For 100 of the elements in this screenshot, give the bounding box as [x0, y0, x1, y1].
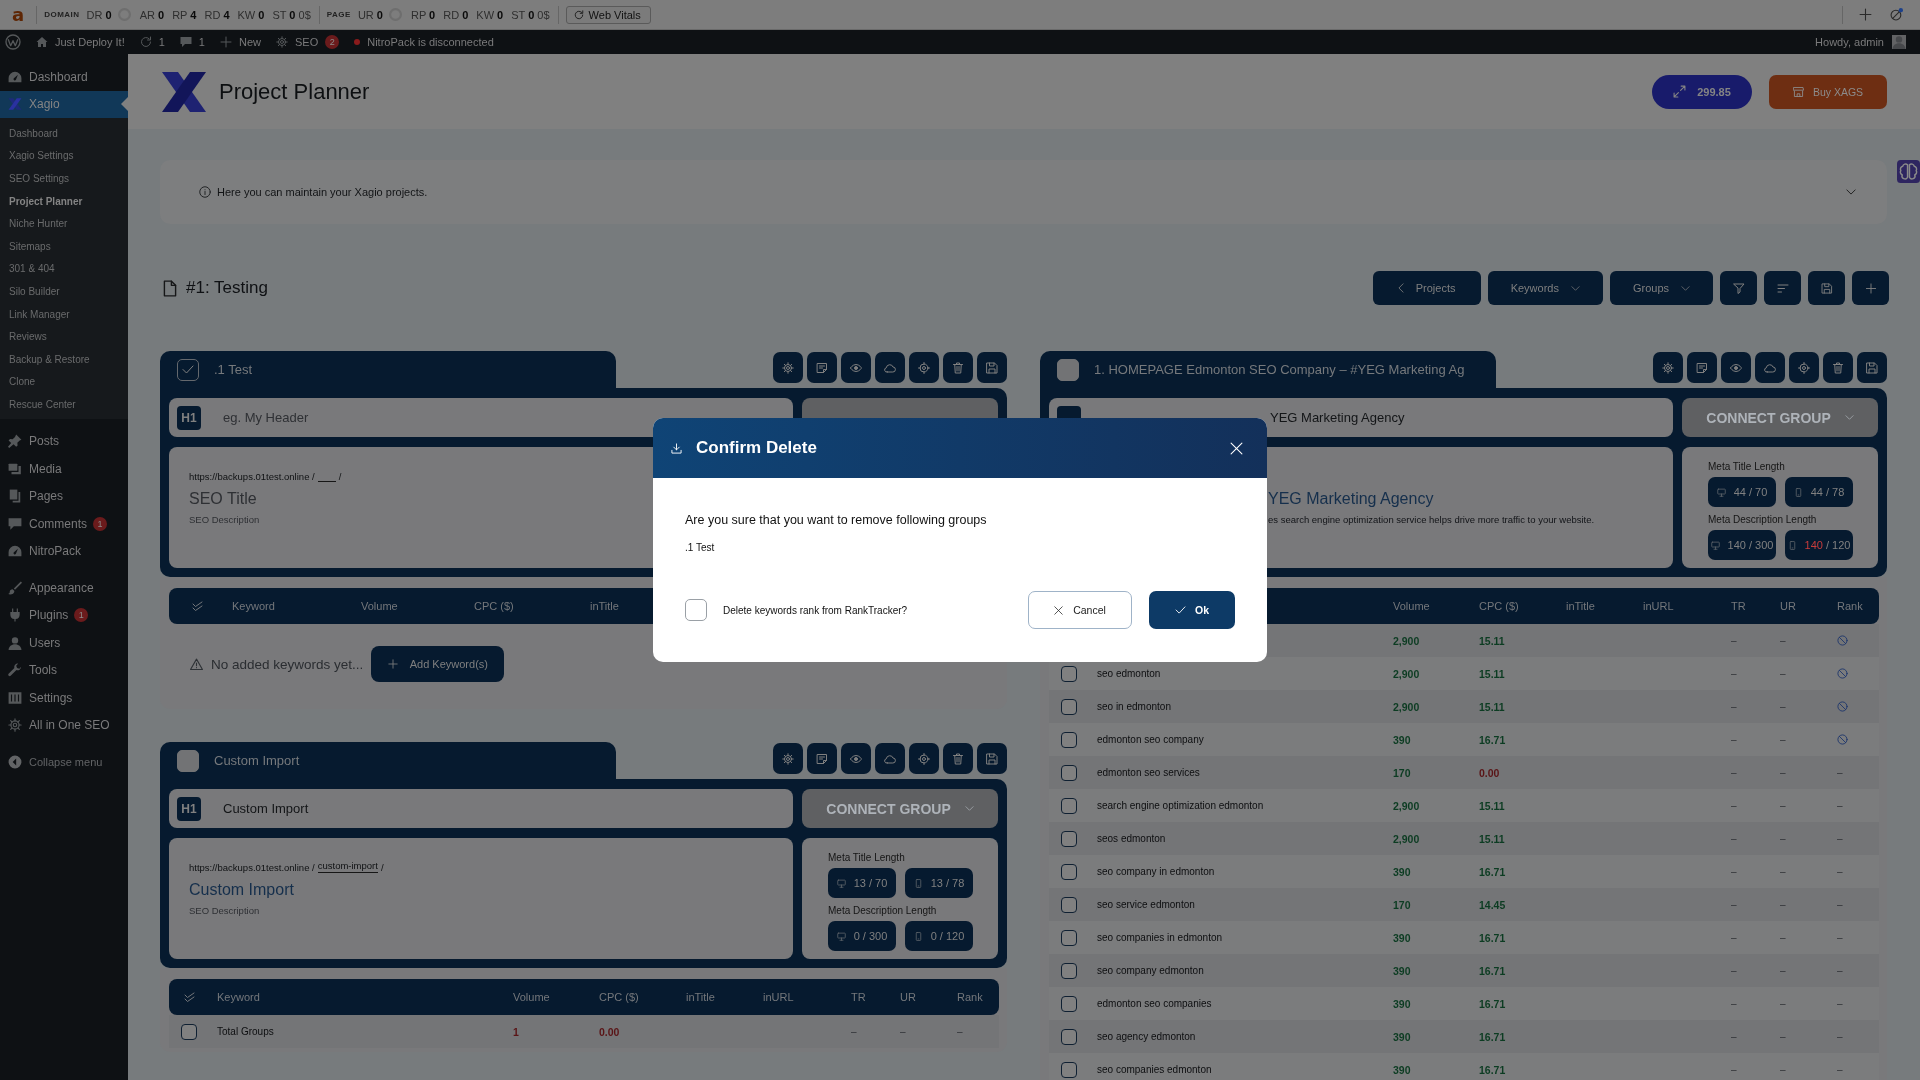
save-button[interactable] — [1808, 271, 1845, 305]
column-header[interactable]: Keyword — [217, 991, 260, 1003]
seo-description-field[interactable]: es search engine optimization service helps drive more traffic to your website. — [1268, 514, 1595, 525]
submenu-item[interactable]: Dashboard — [0, 122, 128, 145]
slug-field[interactable]: custom-import — [317, 860, 378, 873]
column-header[interactable]: Keyword — [232, 600, 275, 612]
preview-button[interactable] — [1721, 352, 1751, 383]
column-header[interactable]: UR — [900, 991, 916, 1003]
column-header[interactable]: Volume — [513, 991, 550, 1003]
preview-button[interactable] — [841, 352, 871, 383]
sidebar-item[interactable]: Comments 1 — [0, 510, 128, 538]
row-checkbox[interactable] — [1061, 797, 1077, 814]
column-header[interactable]: inURL — [763, 991, 794, 1003]
column-header[interactable]: inURL — [1643, 600, 1674, 612]
status-link[interactable]: NitroPack is disconnected — [354, 36, 494, 48]
settings-button[interactable] — [773, 352, 803, 383]
projects-button[interactable]: Projects — [1372, 271, 1481, 305]
note-button[interactable] — [1687, 352, 1717, 383]
web-vitals-button[interactable]: Web Vitals — [565, 5, 651, 24]
site-name-link[interactable]: Just Deploy It! — [36, 36, 125, 48]
sidebar-item[interactable]: All in One SEO — [0, 711, 128, 740]
sidebar-item[interactable]: Appearance — [0, 574, 128, 602]
brain-icon[interactable] — [1897, 160, 1920, 183]
sidebar-item[interactable]: Media — [0, 455, 128, 483]
sidebar-item[interactable]: Xagio — [0, 90, 128, 118]
row-checkbox[interactable] — [1061, 1061, 1077, 1078]
note-button[interactable] — [807, 352, 837, 383]
add-keywords-button[interactable]: Add Keyword(s) — [371, 646, 505, 682]
option-checkbox[interactable] — [685, 599, 707, 621]
column-header[interactable]: inTitle — [590, 600, 619, 612]
dropdown-button[interactable]: Keywords — [1487, 271, 1603, 305]
submenu-item[interactable]: Backup & Restore — [0, 347, 128, 371]
row-checkbox[interactable] — [1061, 830, 1077, 847]
new-content-link[interactable]: New — [219, 36, 261, 48]
column-header[interactable]: UR — [1780, 600, 1796, 612]
row-checkbox[interactable] — [1061, 1028, 1077, 1045]
settings-button[interactable] — [773, 743, 803, 774]
submenu-item[interactable]: Rescue Center — [0, 393, 128, 416]
submenu-item[interactable]: Reviews — [0, 325, 128, 348]
sidebar-item[interactable]: Plugins 1 — [0, 601, 128, 630]
submenu-item[interactable]: Clone — [0, 370, 128, 394]
sidebar-item[interactable]: Posts — [0, 427, 128, 456]
double-check-icon[interactable] — [184, 991, 195, 1003]
save-button[interactable] — [1857, 352, 1887, 383]
row-checkbox[interactable] — [1061, 665, 1077, 682]
row-checkbox[interactable] — [1061, 995, 1077, 1012]
column-header[interactable]: Volume — [1393, 600, 1430, 612]
account-link[interactable]: Howdy, admin — [1815, 35, 1906, 49]
site-logo-icon[interactable] — [5, 34, 21, 50]
delete-button[interactable] — [943, 743, 973, 774]
column-header[interactable]: CPC ($) — [599, 991, 639, 1003]
column-header[interactable]: TR — [851, 991, 866, 1003]
column-header[interactable]: inTitle — [686, 991, 715, 1003]
seo-title-field[interactable]: SEO Title — [189, 490, 257, 508]
submenu-item[interactable]: Niche Hunter — [0, 212, 128, 235]
buy-button[interactable]: Buy XAGS — [1769, 74, 1887, 109]
seo-title-field[interactable]: YEG Marketing Agency — [1268, 490, 1434, 508]
chevron-down-icon[interactable] — [1846, 189, 1856, 195]
submenu-item[interactable]: 301 & 404 — [0, 257, 128, 281]
extension-logo[interactable]: a — [12, 5, 25, 24]
sidebar-item[interactable]: Users — [0, 629, 128, 657]
seo-title-field[interactable]: Custom Import — [189, 881, 294, 899]
row-checkbox[interactable] — [1061, 698, 1077, 715]
sidebar-item[interactable]: NitroPack — [0, 537, 128, 566]
save-button[interactable] — [977, 352, 1007, 383]
group-checkbox[interactable] — [177, 358, 199, 381]
note-button[interactable] — [807, 743, 837, 774]
sidebar-item[interactable]: Tools — [0, 656, 128, 685]
h1-field[interactable]: H1 Custom Import — [169, 789, 793, 828]
row-checkbox[interactable] — [1061, 731, 1077, 748]
seo-description-field[interactable]: SEO Description — [189, 514, 260, 525]
column-header[interactable]: inTitle — [1566, 600, 1595, 612]
sidebar-item[interactable]: Settings — [0, 684, 128, 712]
sidebar-item[interactable]: Dashboard — [0, 63, 128, 91]
crosshair-button[interactable] — [909, 352, 939, 383]
row-checkbox[interactable] — [1061, 929, 1077, 946]
cloud-button[interactable] — [875, 352, 905, 383]
comments-link[interactable]: 1 — [179, 36, 205, 48]
ok-button[interactable]: Ok — [1149, 591, 1235, 629]
column-header[interactable]: Rank — [1837, 600, 1863, 612]
delete-button[interactable] — [1823, 352, 1853, 383]
connect-group-select[interactable]: CONNECT GROUP — [1682, 398, 1878, 437]
filter-button[interactable] — [1720, 271, 1757, 305]
cancel-button[interactable]: Cancel — [1028, 591, 1132, 629]
column-header[interactable]: Volume — [361, 600, 398, 612]
group-checkbox[interactable] — [177, 749, 199, 772]
submenu-item[interactable]: Sitemaps — [0, 234, 128, 258]
row-checkbox[interactable] — [1061, 863, 1077, 880]
column-header[interactable]: Rank — [957, 991, 983, 1003]
submenu-item[interactable]: SEO Settings — [0, 167, 128, 190]
column-header[interactable]: CPC ($) — [1479, 600, 1519, 612]
double-check-icon[interactable] — [192, 600, 203, 612]
row-checkbox[interactable] — [1061, 962, 1077, 979]
group-checkbox[interactable] — [1057, 358, 1079, 381]
updates-link[interactable]: 1 — [139, 36, 165, 48]
connect-group-select[interactable]: CONNECT GROUP — [802, 789, 998, 828]
credits-button[interactable]: 299.85 — [1652, 74, 1752, 109]
submenu-item[interactable]: Link Manager — [0, 302, 128, 326]
settings-button[interactable] — [1653, 352, 1683, 383]
save-button[interactable] — [977, 743, 1007, 774]
